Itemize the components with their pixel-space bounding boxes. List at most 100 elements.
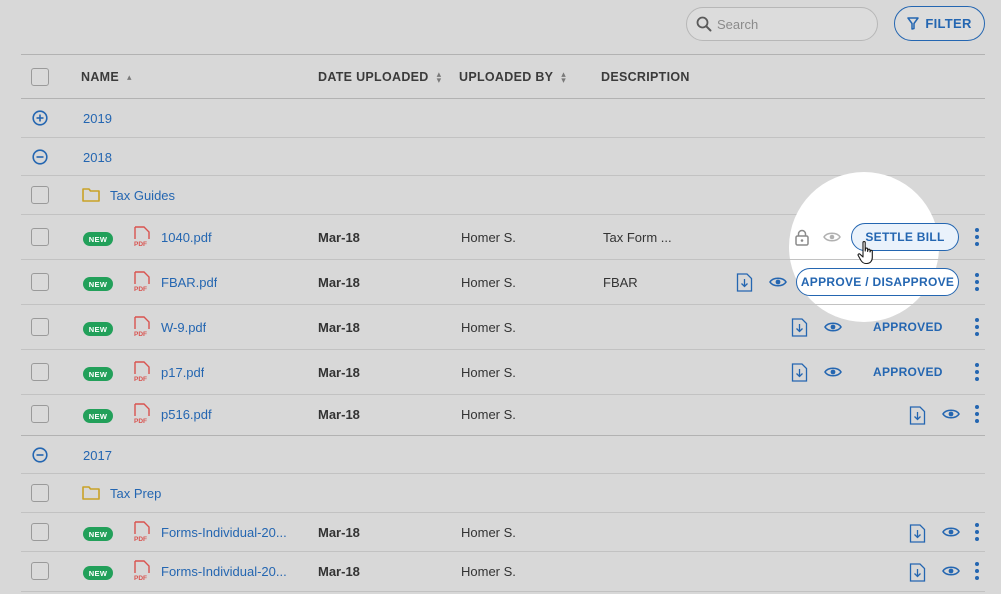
toolbar: FILTER: [0, 0, 1001, 50]
row-checkbox[interactable]: [31, 186, 49, 204]
folder-icon: [82, 486, 100, 500]
more-menu-icon[interactable]: [974, 363, 980, 381]
new-badge: NEW: [83, 409, 113, 423]
search-icon: [696, 16, 712, 32]
row-checkbox[interactable]: [31, 562, 49, 580]
pdf-file-icon: PDF: [134, 560, 150, 582]
file-uploader: Homer S.: [461, 525, 516, 540]
new-badge: NEW: [83, 232, 113, 246]
select-all-checkbox[interactable]: [31, 68, 49, 86]
new-badge: NEW: [83, 527, 113, 541]
folder-tax-guides[interactable]: Tax Guides: [110, 188, 175, 203]
row-divider: [21, 394, 985, 395]
file-name-link[interactable]: W-9.pdf: [161, 320, 206, 335]
pdf-file-icon: PDF: [134, 403, 150, 425]
filter-button[interactable]: FILTER: [894, 6, 985, 41]
eye-icon[interactable]: [769, 276, 787, 288]
eye-icon[interactable]: [824, 366, 842, 378]
row-divider: [21, 137, 985, 138]
pdf-label: PDF: [134, 536, 147, 543]
row-divider: [21, 349, 985, 350]
file-date: Mar-18: [318, 525, 360, 540]
file-date: Mar-18: [318, 407, 360, 422]
file-date: Mar-18: [318, 365, 360, 380]
row-divider: [21, 435, 985, 436]
row-checkbox[interactable]: [31, 228, 49, 246]
pdf-file-icon: PDF: [134, 361, 150, 383]
more-menu-icon[interactable]: [974, 562, 980, 580]
row-divider: [21, 473, 985, 474]
more-menu-icon[interactable]: [974, 228, 980, 246]
collapse-minus-icon[interactable]: [32, 149, 48, 165]
col-header-name[interactable]: NAME ▴: [81, 70, 132, 84]
download-icon[interactable]: [736, 273, 753, 292]
eye-icon[interactable]: [942, 408, 960, 420]
file-date: Mar-18: [318, 230, 360, 245]
pdf-file-icon: PDF: [134, 316, 150, 338]
eye-icon[interactable]: [942, 565, 960, 577]
pdf-file-icon: PDF: [134, 226, 150, 248]
file-name-link[interactable]: p516.pdf: [161, 407, 212, 422]
new-badge: NEW: [83, 277, 113, 291]
row-checkbox[interactable]: [31, 363, 49, 381]
folder-tax-prep[interactable]: Tax Prep: [110, 486, 161, 501]
download-icon[interactable]: [909, 563, 926, 582]
col-uploader-label: UPLOADED BY: [459, 70, 554, 84]
table-top-border: [21, 54, 985, 55]
row-checkbox[interactable]: [31, 523, 49, 541]
download-icon[interactable]: [909, 524, 926, 543]
collapse-minus-icon[interactable]: [32, 447, 48, 463]
filter-label: FILTER: [925, 16, 972, 31]
approved-status: APPROVED: [873, 365, 943, 379]
file-description: Tax Form ...: [603, 230, 672, 245]
file-description: FBAR: [603, 275, 638, 290]
row-divider: [21, 551, 985, 552]
eye-icon[interactable]: [942, 526, 960, 538]
file-uploader: Homer S.: [461, 365, 516, 380]
expand-plus-icon[interactable]: [32, 110, 48, 126]
file-date: Mar-18: [318, 564, 360, 579]
file-uploader: Homer S.: [461, 230, 516, 245]
download-icon[interactable]: [909, 406, 926, 425]
new-badge: NEW: [83, 367, 113, 381]
file-name-link[interactable]: p17.pdf: [161, 365, 204, 380]
file-uploader: Homer S.: [461, 407, 516, 422]
row-divider: [21, 512, 985, 513]
header-divider: [21, 98, 985, 99]
group-year-2018[interactable]: 2018: [83, 150, 112, 165]
eye-icon[interactable]: [824, 321, 842, 333]
download-icon[interactable]: [791, 318, 808, 337]
file-name-link[interactable]: Forms-Individual-20...: [161, 564, 287, 579]
col-header-date[interactable]: DATE UPLOADED ▴ ▾: [318, 70, 441, 85]
file-name-link[interactable]: FBAR.pdf: [161, 275, 217, 290]
file-date: Mar-18: [318, 320, 360, 335]
more-menu-icon[interactable]: [974, 523, 980, 541]
filter-icon: [907, 17, 920, 30]
lock-icon: [795, 229, 809, 246]
approve-disapprove-button[interactable]: APPROVE / DISAPPROVE: [796, 268, 959, 296]
pdf-file-icon: PDF: [134, 271, 150, 293]
row-checkbox[interactable]: [31, 273, 49, 291]
new-badge: NEW: [83, 566, 113, 580]
col-header-uploaded-by[interactable]: UPLOADED BY ▴ ▾: [459, 70, 566, 85]
search-input[interactable]: [717, 14, 867, 34]
row-checkbox[interactable]: [31, 405, 49, 423]
file-uploader: Homer S.: [461, 320, 516, 335]
more-menu-icon[interactable]: [974, 273, 980, 291]
file-name-link[interactable]: 1040.pdf: [161, 230, 212, 245]
more-menu-icon[interactable]: [974, 318, 980, 336]
file-uploader: Homer S.: [461, 275, 516, 290]
group-year-2017[interactable]: 2017: [83, 448, 112, 463]
more-menu-icon[interactable]: [974, 405, 980, 423]
approved-status: APPROVED: [873, 320, 943, 334]
pdf-label: PDF: [134, 418, 147, 425]
col-description-label: DESCRIPTION: [601, 70, 690, 84]
file-name-link[interactable]: Forms-Individual-20...: [161, 525, 287, 540]
row-checkbox[interactable]: [31, 318, 49, 336]
download-icon[interactable]: [791, 363, 808, 382]
row-checkbox[interactable]: [31, 484, 49, 502]
group-year-2019[interactable]: 2019: [83, 111, 112, 126]
search-box[interactable]: [686, 7, 878, 41]
col-name-label: NAME: [81, 70, 120, 84]
file-uploader: Homer S.: [461, 564, 516, 579]
